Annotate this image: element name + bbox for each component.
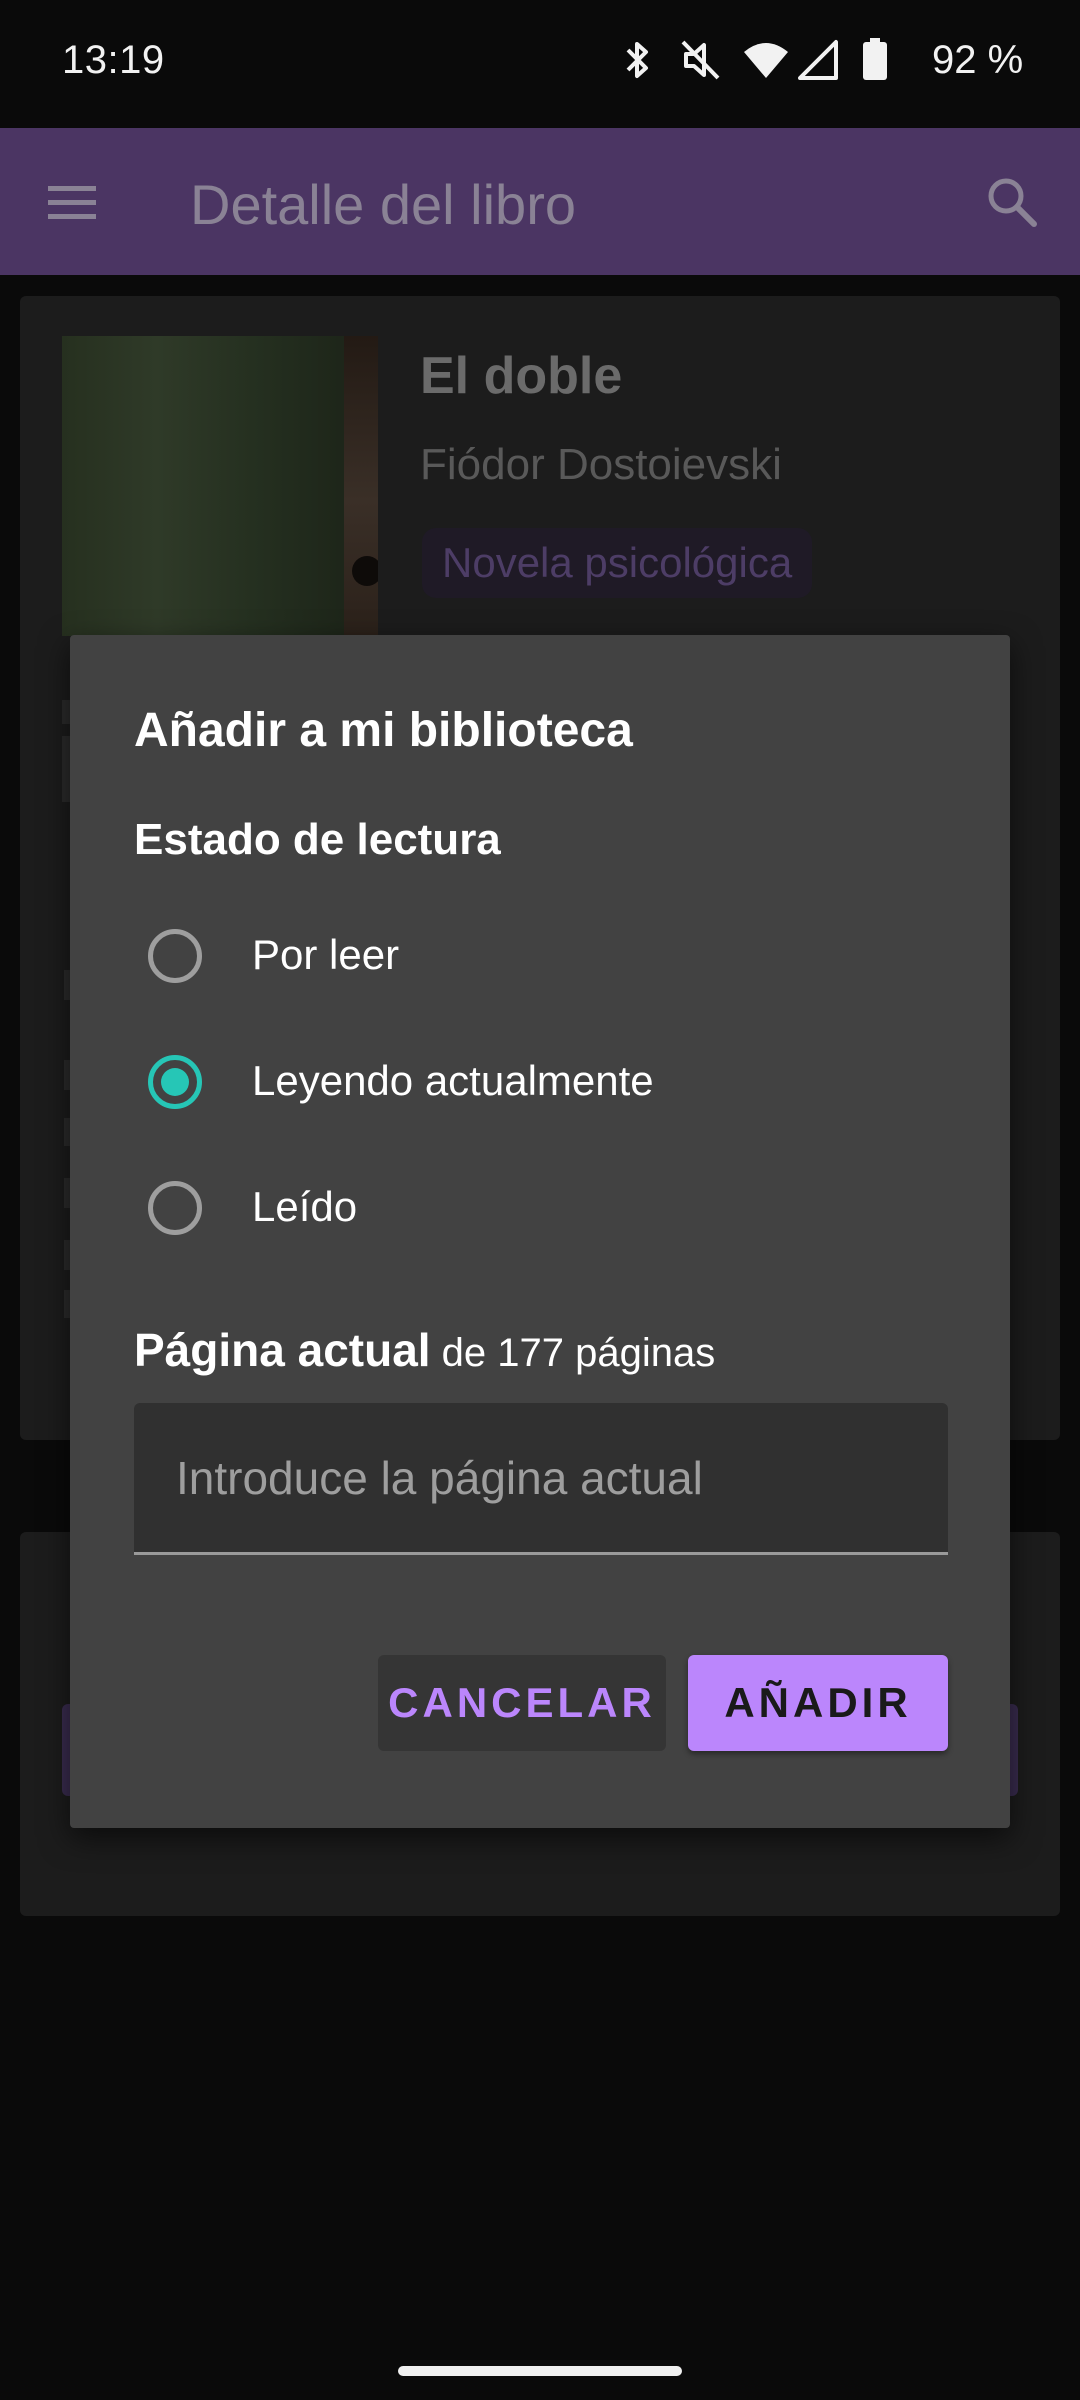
radio-button[interactable] xyxy=(148,1181,202,1235)
radio-label: Por leer xyxy=(252,931,400,978)
wifi-icon xyxy=(744,43,788,78)
bluetooth-icon xyxy=(626,42,648,78)
current-page-label-bold: Página actual xyxy=(134,1324,431,1376)
home-indicator[interactable] xyxy=(398,2366,682,2376)
menu-icon[interactable] xyxy=(44,174,100,230)
book-title: El doble xyxy=(420,347,623,405)
radio-button-selected[interactable] xyxy=(148,1055,202,1109)
dialog-title: Añadir a mi biblioteca xyxy=(134,704,633,757)
bg-text-fragment xyxy=(62,700,70,724)
bg-text-fragment xyxy=(62,736,70,802)
battery-icon xyxy=(863,38,887,80)
radio-option-leyendo[interactable]: Leyendo actualmente xyxy=(130,1031,930,1141)
app-title: Detalle del libro xyxy=(190,173,576,236)
status-icons: 92 % xyxy=(620,36,1080,84)
mute-icon xyxy=(681,40,720,80)
cancel-button[interactable]: CANCELAR xyxy=(378,1655,666,1751)
current-page-input[interactable]: Introduce la página actual xyxy=(134,1403,948,1555)
add-to-library-dialog: Añadir a mi biblioteca Estado de lectura… xyxy=(70,635,1010,1828)
add-button[interactable]: AÑADIR xyxy=(688,1655,948,1751)
current-page-placeholder: Introduce la página actual xyxy=(176,1452,703,1504)
cover-eye xyxy=(352,556,378,586)
book-cover-image xyxy=(62,336,378,636)
radio-label: Leyendo actualmente xyxy=(252,1057,654,1104)
total-pages-text: de 177 páginas xyxy=(430,1331,716,1375)
signal-icon xyxy=(798,40,838,80)
book-author: Fiódor Dostoievski xyxy=(420,440,782,489)
radio-option-leido[interactable]: Leído xyxy=(130,1157,930,1267)
cover-shade xyxy=(344,336,378,636)
reading-status-label: Estado de lectura xyxy=(134,815,501,864)
search-icon[interactable] xyxy=(982,172,1042,232)
radio-label: Leído xyxy=(252,1183,358,1230)
status-time: 13:19 xyxy=(62,38,165,82)
app-bar: Detalle del libro xyxy=(0,128,1080,275)
radio-button[interactable] xyxy=(148,929,202,983)
status-bar: 13:19 92 % xyxy=(0,0,1080,128)
genre-chip[interactable]: Novela psicológica xyxy=(422,528,813,598)
radio-option-por-leer[interactable]: Por leer xyxy=(130,905,930,1015)
current-page-label: Página actual de 177 páginas xyxy=(134,1323,715,1377)
battery-percentage: 92 % xyxy=(932,38,1024,82)
